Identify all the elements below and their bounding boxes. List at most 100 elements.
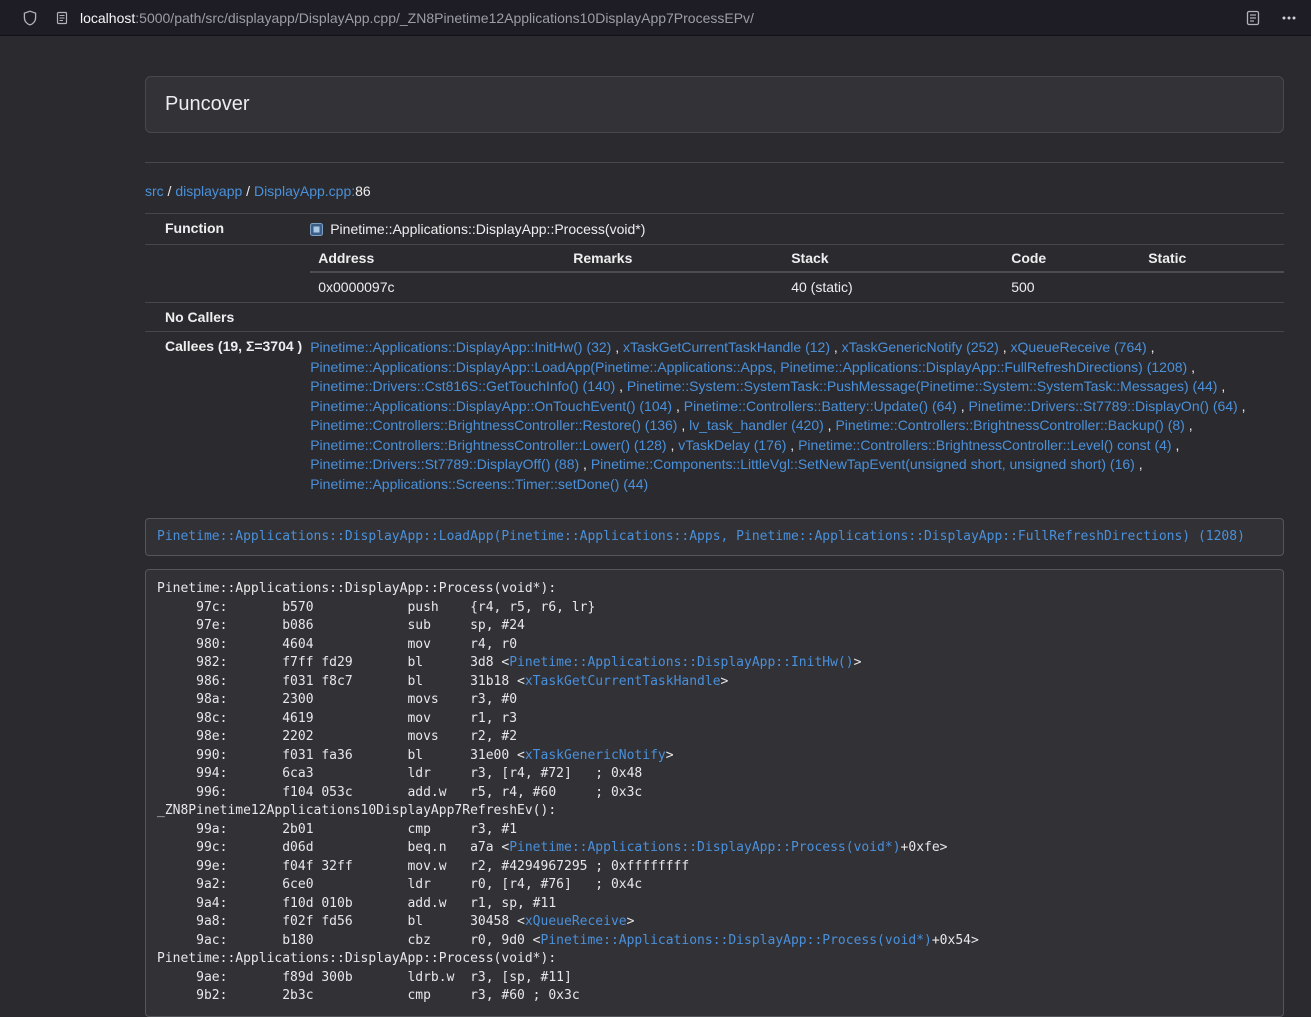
- disassembly-line: 98a: 2300 movs r3, #0: [157, 691, 1272, 710]
- callee-link[interactable]: vTaskDelay (176): [678, 437, 786, 453]
- symbol-link[interactable]: Pinetime::Applications::DisplayApp::Proc…: [509, 840, 900, 855]
- stats-value-row: 0x0000097c40 (static)500: [310, 272, 1284, 302]
- callee-line: Pinetime::Applications::DisplayApp::Init…: [310, 338, 1276, 358]
- callee-link[interactable]: Pinetime::System::SystemTask::PushMessag…: [627, 378, 1218, 394]
- callee-line: Pinetime::Applications::Screens::Timer::…: [310, 475, 1276, 495]
- stats-value: [565, 272, 783, 302]
- callee-link[interactable]: Pinetime::Controllers::BrightnessControl…: [835, 417, 1184, 433]
- empty-row-label: [145, 245, 310, 303]
- disassembly-text: 990: f031 fa36 bl 31e00 <: [157, 748, 525, 763]
- callee-link[interactable]: Pinetime::Applications::DisplayApp::Load…: [310, 359, 1187, 375]
- callee-link[interactable]: Pinetime::Controllers::BrightnessControl…: [310, 417, 677, 433]
- callee-link[interactable]: Pinetime::Drivers::St7789::DisplayOff() …: [310, 456, 579, 472]
- breadcrumb-link[interactable]: DisplayApp.cpp:: [254, 183, 355, 199]
- callee-line: Pinetime::Controllers::BrightnessControl…: [310, 416, 1276, 436]
- disassembly-text: >: [721, 674, 729, 689]
- callee-separator: ,: [667, 437, 679, 453]
- reader-mode-icon[interactable]: [1245, 10, 1261, 26]
- disassembly-text: 99a: 2b01 cmp r3, #1: [157, 822, 517, 837]
- disassembly-text: Pinetime::Applications::DisplayApp::Proc…: [157, 581, 556, 596]
- disassembly-text: 996: f104 053c add.w r5, r4, #60 ; 0x3c: [157, 785, 642, 800]
- callee-link[interactable]: xTaskGetCurrentTaskHandle (12): [623, 339, 830, 355]
- disassembly-text: 982: f7ff fd29 bl 3d8 <: [157, 655, 509, 670]
- disassembly-line: 986: f031 f8c7 bl 31b18 <xTaskGetCurrent…: [157, 673, 1272, 692]
- disassembly-line: 9ac: b180 cbz r0, 9d0 <Pinetime::Applica…: [157, 932, 1272, 951]
- breadcrumb-link[interactable]: displayapp: [175, 183, 242, 199]
- callee-link[interactable]: Pinetime::Drivers::Cst816S::GetTouchInfo…: [310, 378, 615, 394]
- callee-link[interactable]: Pinetime::Applications::Screens::Timer::…: [310, 476, 648, 492]
- url-bar[interactable]: localhost:5000/path/src/displayapp/Displ…: [80, 10, 1233, 26]
- disassembly-text: 99c: d06d beq.n a7a <: [157, 840, 509, 855]
- disassembly-text: 9a4: f10d 010b add.w r1, sp, #11: [157, 896, 556, 911]
- site-identity-icon[interactable]: [55, 11, 69, 25]
- symbol-link[interactable]: xTaskGetCurrentTaskHandle: [525, 674, 721, 689]
- breadcrumb: src / displayapp / DisplayApp.cpp:86: [145, 182, 1284, 200]
- disassembly-line: 996: f104 053c add.w r5, r4, #60 ; 0x3c: [157, 784, 1272, 803]
- symbol-link[interactable]: xQueueReceive: [525, 914, 627, 929]
- breadcrumb-separator: /: [164, 183, 176, 199]
- stats-header: Stack: [783, 245, 1003, 272]
- breadcrumb-link[interactable]: src: [145, 183, 164, 199]
- app-header: Puncover: [145, 76, 1284, 133]
- symbol-detail-table: Function Pinetime::Applications::Display…: [145, 213, 1284, 500]
- disassembly-text: _ZN8Pinetime12Applications10DisplayApp7R…: [157, 803, 556, 818]
- disassembly-line: 9a4: f10d 010b add.w r1, sp, #11: [157, 895, 1272, 914]
- disassembly-line: _ZN8Pinetime12Applications10DisplayApp7R…: [157, 802, 1272, 821]
- callee-separator: ,: [1172, 437, 1180, 453]
- disassembly-line: 982: f7ff fd29 bl 3d8 <Pinetime::Applica…: [157, 654, 1272, 673]
- callee-line: Pinetime::Applications::DisplayApp::Load…: [310, 358, 1276, 378]
- disassembly-line: Pinetime::Applications::DisplayApp::Proc…: [157, 580, 1272, 599]
- callee-link[interactable]: Pinetime::Controllers::BrightnessControl…: [310, 437, 666, 453]
- callee-link[interactable]: xQueueReceive (764): [1011, 339, 1147, 355]
- callee-separator: ,: [1135, 456, 1143, 472]
- disassembly-text: +0x54>: [932, 933, 979, 948]
- callee-separator: ,: [830, 339, 842, 355]
- disassembly-text: 9ae: f89d 300b ldrb.w r3, [sp, #11]: [157, 970, 572, 985]
- stats-value: [1140, 272, 1284, 302]
- callee-link[interactable]: Pinetime::Applications::DisplayApp::Init…: [310, 339, 611, 355]
- disassembly-text: 9b2: 2b3c cmp r3, #60 ; 0x3c: [157, 988, 580, 1003]
- stats-value: 500: [1003, 272, 1140, 302]
- callee-link[interactable]: Pinetime::Applications::DisplayApp::OnTo…: [310, 398, 672, 414]
- disassembly-text: 994: 6ca3 ldr r3, [r4, #72] ; 0x48: [157, 766, 642, 781]
- stats-header: Address: [310, 245, 565, 272]
- ellipsis-menu-icon[interactable]: [1281, 10, 1297, 26]
- stats-header: Static: [1140, 245, 1284, 272]
- callee-link[interactable]: Pinetime::Components::LittleVgl::SetNewT…: [591, 456, 1135, 472]
- callee-link[interactable]: Pinetime::Drivers::St7789::DisplayOn() (…: [969, 398, 1238, 414]
- callee-link[interactable]: Pinetime::Controllers::Battery::Update()…: [684, 398, 957, 414]
- function-label: Function: [145, 214, 310, 245]
- callee-line: Pinetime::Controllers::BrightnessControl…: [310, 436, 1276, 456]
- disassembly-line: 97c: b570 push {r4, r5, r6, lr}: [157, 599, 1272, 618]
- disassembly-text: 98e: 2202 movs r2, #2: [157, 729, 517, 744]
- callee-separator: ,: [611, 339, 623, 355]
- highlighted-symbol-link[interactable]: Pinetime::Applications::DisplayApp::Load…: [157, 529, 1245, 544]
- callee-link[interactable]: Pinetime::Controllers::BrightnessControl…: [798, 437, 1171, 453]
- highlighted-source-line: Pinetime::Applications::DisplayApp::Load…: [145, 518, 1284, 556]
- disassembly-text: 9ac: b180 cbz r0, 9d0 <: [157, 933, 541, 948]
- shield-icon[interactable]: [22, 10, 38, 26]
- callee-link[interactable]: lv_task_handler (420): [689, 417, 824, 433]
- callee-separator: ,: [957, 398, 969, 414]
- browser-toolbar: localhost:5000/path/src/displayapp/Displ…: [0, 0, 1311, 36]
- callee-link[interactable]: xTaskGenericNotify (252): [842, 339, 999, 355]
- callee-separator: ,: [1217, 378, 1225, 394]
- disassembly-line: 99c: d06d beq.n a7a <Pinetime::Applicati…: [157, 839, 1272, 858]
- callee-separator: ,: [672, 398, 684, 414]
- stats-table: AddressRemarksStackCodeStatic 0x0000097c…: [310, 245, 1284, 302]
- callee-line: Pinetime::Drivers::Cst816S::GetTouchInfo…: [310, 377, 1276, 397]
- callee-line: Pinetime::Drivers::St7789::DisplayOff() …: [310, 455, 1276, 475]
- stats-header: Remarks: [565, 245, 783, 272]
- disassembly-text: 98a: 2300 movs r3, #0: [157, 692, 517, 707]
- function-row: Function Pinetime::Applications::Display…: [145, 214, 1284, 245]
- callees-row: Callees (19, Σ=3704 ) Pinetime::Applicat…: [145, 332, 1284, 501]
- stats-value: 0x0000097c: [310, 272, 565, 302]
- disassembly-text: 980: 4604 mov r4, r0: [157, 637, 517, 652]
- symbol-link[interactable]: xTaskGenericNotify: [525, 748, 666, 763]
- disassembly-line: 9a2: 6ce0 ldr r0, [r4, #76] ; 0x4c: [157, 876, 1272, 895]
- callee-separator: ,: [1147, 339, 1155, 355]
- disassembly-line: 980: 4604 mov r4, r0: [157, 636, 1272, 655]
- symbol-link[interactable]: Pinetime::Applications::DisplayApp::Proc…: [541, 933, 932, 948]
- symbol-link[interactable]: Pinetime::Applications::DisplayApp::Init…: [509, 655, 853, 670]
- disassembly-text: >: [854, 655, 862, 670]
